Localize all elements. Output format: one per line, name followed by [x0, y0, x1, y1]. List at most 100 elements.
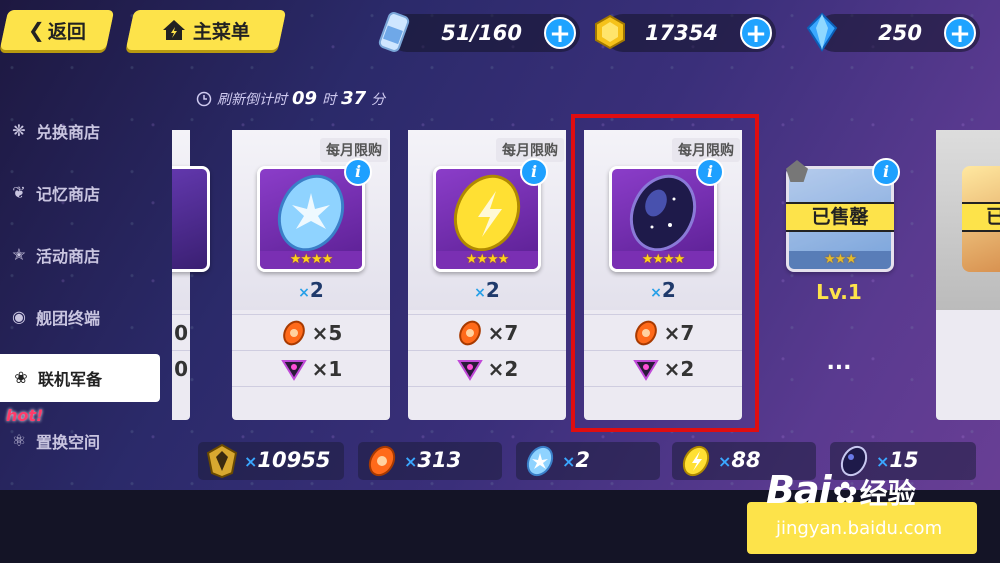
cost-row: ×7	[408, 314, 566, 350]
cost-value: ×5	[311, 320, 343, 345]
star-wing-icon: ✭	[12, 245, 26, 264]
game-screen: ❮ 返回 主菜单 51/160 + 17354 + 250 + 刷新倒计时 09…	[0, 0, 1000, 563]
cost-row	[232, 386, 390, 422]
currency-crest: ×10955	[198, 442, 344, 480]
quantity-prefix: ×	[718, 452, 732, 471]
orange-chip-icon	[368, 445, 396, 477]
shop-card[interactable]: 每月限购 ★★★★ i ×2 ×7 ×2	[408, 130, 566, 420]
add-stamina-button[interactable]: +	[544, 17, 576, 49]
shop-card-partial[interactable]: 已	[936, 130, 1000, 420]
currency-blue-chip: ×2	[516, 442, 660, 480]
refresh-timer: 刷新倒计时 09 时 37 分	[196, 88, 385, 109]
blue-chip-icon	[526, 445, 554, 477]
feather-icon: ❦	[12, 183, 26, 202]
info-icon[interactable]: i	[344, 158, 372, 186]
item-image	[172, 166, 210, 272]
sidebar-item-label: 兑换商店	[36, 123, 101, 142]
quantity-value: 2	[485, 278, 500, 302]
cost-row: ×5	[232, 314, 390, 350]
sidebar-item-event-shop[interactable]: ✭ 活动商店	[8, 232, 168, 278]
sidebar-item-coop-armory[interactable]: ❀ 联机军备	[0, 354, 160, 402]
info-icon[interactable]: i	[872, 158, 900, 186]
eye-icon: ◉	[12, 307, 26, 326]
chevron-left-icon: ❮	[27, 18, 45, 42]
group-icon: ❀	[14, 368, 28, 387]
rarity-stars: ★★★★	[289, 252, 334, 267]
add-coins-button[interactable]: +	[740, 17, 772, 49]
timer-hours: 09	[292, 88, 318, 109]
clock-icon	[196, 91, 212, 106]
coins-value: 17354	[644, 21, 718, 45]
quantity-prefix: ×	[244, 452, 258, 471]
sidebar-item-memory-shop[interactable]: ❦ 记忆商店	[8, 170, 168, 216]
orange-chip-icon	[458, 320, 481, 345]
sidebar-item-label: 置换空间	[36, 433, 101, 452]
currency-amount: 313	[417, 448, 462, 472]
cost-value: ×7	[487, 320, 519, 345]
hot-badge: hot!	[6, 406, 44, 425]
currency-amount: 2	[575, 448, 591, 472]
info-icon[interactable]: i	[520, 158, 548, 186]
triangle-core-icon	[456, 359, 483, 381]
coin-icon	[595, 14, 625, 50]
triangle-core-icon	[280, 359, 307, 381]
item-quantity: ×2	[232, 278, 390, 302]
sidebar-item-exchange-shop[interactable]: ❋ 兑换商店	[8, 108, 168, 154]
cost-row: ×2	[408, 350, 566, 386]
cost-value: ×2	[487, 356, 519, 381]
watermark-brand-2: 经验	[859, 477, 916, 510]
crystals-value: 250	[878, 21, 922, 45]
item-quantity: ×2	[408, 278, 566, 302]
more-indicator: ...	[826, 350, 852, 375]
timer-minutes-unit: 分	[371, 91, 386, 108]
watermark-brand: Bai	[766, 468, 832, 512]
currency-orange-chip: ×313	[358, 442, 502, 480]
currency-value: ×88	[718, 448, 761, 472]
cost-value: ×1	[311, 356, 343, 381]
sold-out-banner: 已	[962, 202, 1000, 232]
crystals-resource: 250 +	[806, 12, 980, 52]
add-crystals-button[interactable]: +	[944, 17, 976, 49]
rarity-stars: ★★★★	[465, 252, 510, 267]
shop-card-partial[interactable]: i 0 0	[172, 130, 210, 420]
main-menu-label: 主菜单	[193, 20, 251, 43]
cost-row	[408, 386, 566, 422]
currency-amount: 88	[731, 448, 761, 472]
cost-row: 0	[172, 350, 190, 386]
watermark-url: jingyan.baidu.com	[776, 518, 943, 539]
quantity-prefix: ×	[474, 285, 486, 301]
baidu-watermark: Bai✿经验 jingyan.baidu.com	[766, 468, 942, 539]
sidebar-item-label: 记忆商店	[36, 185, 101, 204]
crystal-icon	[806, 12, 838, 52]
shop-card-sold-out[interactable]: ★★★ 已售罄 i Lv.1 ...	[760, 130, 918, 420]
timer-minutes: 37	[341, 88, 367, 109]
timer-label: 刷新倒计时	[217, 91, 287, 108]
selection-highlight	[571, 114, 759, 432]
crest-icon	[206, 443, 238, 479]
yellow-chip-icon	[682, 445, 710, 477]
cost-row: ×1	[232, 350, 390, 386]
swap-icon: ⚛	[11, 431, 27, 450]
orange-chip-icon	[282, 320, 305, 345]
main-menu-button[interactable]: 主菜单	[125, 10, 287, 50]
timer-hours-unit: 时	[322, 91, 337, 108]
currency-amount: 10955	[257, 448, 331, 472]
rarity-stars: ★★★	[824, 252, 857, 267]
back-button[interactable]: ❮ 返回	[0, 10, 115, 50]
home-icon	[163, 20, 186, 40]
back-label: 返回	[48, 20, 87, 43]
quantity-prefix: ×	[404, 452, 418, 471]
quantity-value: 2	[309, 278, 324, 302]
quantity-prefix: ×	[562, 452, 576, 471]
currency-value: ×313	[404, 448, 461, 472]
paw-icon: ✿	[832, 476, 858, 511]
stamina-value: 51/160	[441, 21, 522, 45]
item-level: Lv.1	[816, 280, 862, 304]
sidebar-item-label: 联机军备	[38, 370, 103, 389]
currency-value: ×10955	[244, 448, 330, 472]
sidebar-item-armada-terminal[interactable]: ◉ 舰团终端	[8, 294, 168, 340]
quantity-prefix: ×	[298, 285, 310, 301]
stamina-drink-icon	[378, 12, 410, 52]
shop-card[interactable]: 每月限购 ★★★★ i ×2 ×5 ×1	[232, 130, 390, 420]
stamina-resource: 51/160 +	[378, 12, 580, 52]
